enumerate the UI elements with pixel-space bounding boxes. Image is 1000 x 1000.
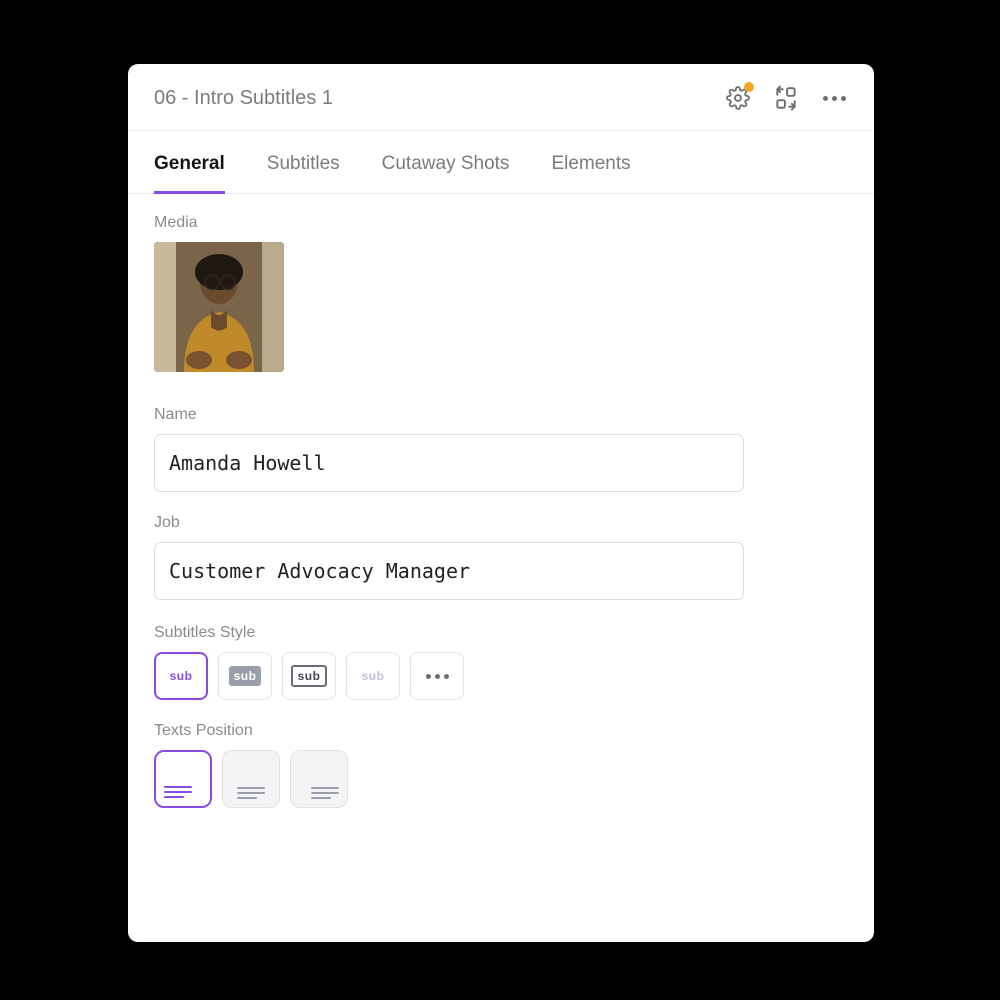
align-bottom-left-icon [164, 786, 192, 798]
subtitles-style-section: Subtitles Style sub sub sub sub [128, 600, 874, 700]
subtitle-style-boxed[interactable]: sub [282, 652, 336, 700]
tab-cutaway[interactable]: Cutaway Shots [382, 153, 510, 194]
name-label: Name [154, 406, 848, 424]
align-bottom-right-icon [311, 787, 339, 799]
position-bottom-center[interactable] [222, 750, 280, 808]
tab-subtitles[interactable]: Subtitles [267, 153, 340, 194]
sub-text-icon: sub [165, 666, 198, 686]
tab-elements[interactable]: Elements [551, 153, 630, 194]
media-thumbnail-image [154, 242, 284, 372]
job-input[interactable] [154, 542, 744, 600]
subtitles-style-label: Subtitles Style [154, 624, 848, 642]
align-bottom-center-icon [237, 787, 265, 799]
subtitle-style-filled[interactable]: sub [218, 652, 272, 700]
settings-button[interactable] [724, 84, 752, 112]
subtitle-style-more[interactable] [410, 652, 464, 700]
sub-fade-icon: sub [357, 666, 390, 686]
media-thumbnail[interactable] [154, 242, 284, 372]
notification-dot-icon [744, 82, 754, 92]
texts-position-label: Texts Position [154, 722, 848, 740]
swap-icon [773, 85, 799, 111]
more-button[interactable] [820, 84, 848, 112]
media-label: Media [154, 214, 848, 232]
panel-title: 06 - Intro Subtitles 1 [154, 87, 724, 110]
panel-header: 06 - Intro Subtitles 1 [128, 64, 874, 122]
sub-filled-icon: sub [229, 666, 262, 686]
media-section: Media [128, 194, 874, 372]
position-bottom-left[interactable] [154, 750, 212, 808]
header-actions [724, 84, 848, 112]
swap-layout-button[interactable] [772, 84, 800, 112]
sub-boxed-icon: sub [291, 665, 328, 687]
texts-position-options [154, 750, 848, 808]
job-label: Job [154, 514, 848, 532]
subtitles-style-options: sub sub sub sub [154, 652, 848, 700]
tab-bar: General Subtitles Cutaway Shots Elements [128, 131, 874, 194]
name-input[interactable] [154, 434, 744, 492]
ellipsis-icon [823, 96, 846, 101]
subtitle-style-fade[interactable]: sub [346, 652, 400, 700]
position-bottom-right[interactable] [290, 750, 348, 808]
ellipsis-icon [426, 674, 449, 679]
tab-general[interactable]: General [154, 153, 225, 194]
editor-panel: 06 - Intro Subtitles 1 [128, 64, 874, 942]
texts-position-section: Texts Position [128, 700, 874, 808]
name-section: Name [128, 372, 874, 492]
job-section: Job [128, 492, 874, 600]
subtitle-style-plain[interactable]: sub [154, 652, 208, 700]
